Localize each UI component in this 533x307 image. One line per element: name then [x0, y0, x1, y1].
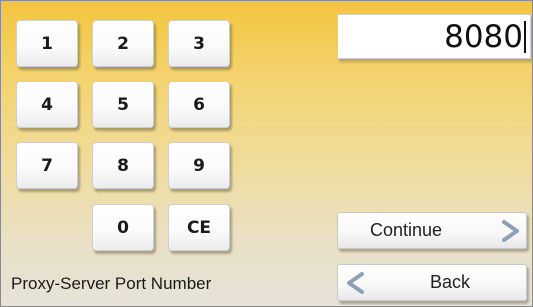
clear-entry-button[interactable]: CE [168, 204, 230, 251]
chevron-right-icon [502, 220, 519, 242]
field-label: Proxy-Server Port Number [11, 274, 212, 293]
key-5[interactable]: 5 [92, 81, 154, 128]
key-7[interactable]: 7 [16, 142, 78, 189]
key-4[interactable]: 4 [16, 81, 78, 128]
key-2[interactable]: 2 [92, 20, 154, 67]
key-1[interactable]: 1 [16, 20, 78, 67]
key-6[interactable]: 6 [168, 81, 230, 128]
continue-button[interactable]: Continue [337, 212, 527, 249]
key-9[interactable]: 9 [168, 142, 230, 189]
chevron-left-icon [347, 272, 364, 294]
back-button[interactable]: Back [337, 264, 527, 301]
text-caret [524, 20, 526, 53]
key-0[interactable]: 0 [92, 204, 154, 251]
key-8[interactable]: 8 [92, 142, 154, 189]
continue-button-label: Continue [370, 220, 443, 240]
port-number-value: 8080 [444, 18, 523, 55]
port-number-display[interactable]: 8080 [337, 14, 531, 59]
key-3[interactable]: 3 [168, 20, 230, 67]
back-button-label: Back [430, 272, 471, 292]
port-entry-screen: 1 2 3 4 5 6 7 8 9 0 CE 8080 Continue Bac… [0, 0, 533, 307]
